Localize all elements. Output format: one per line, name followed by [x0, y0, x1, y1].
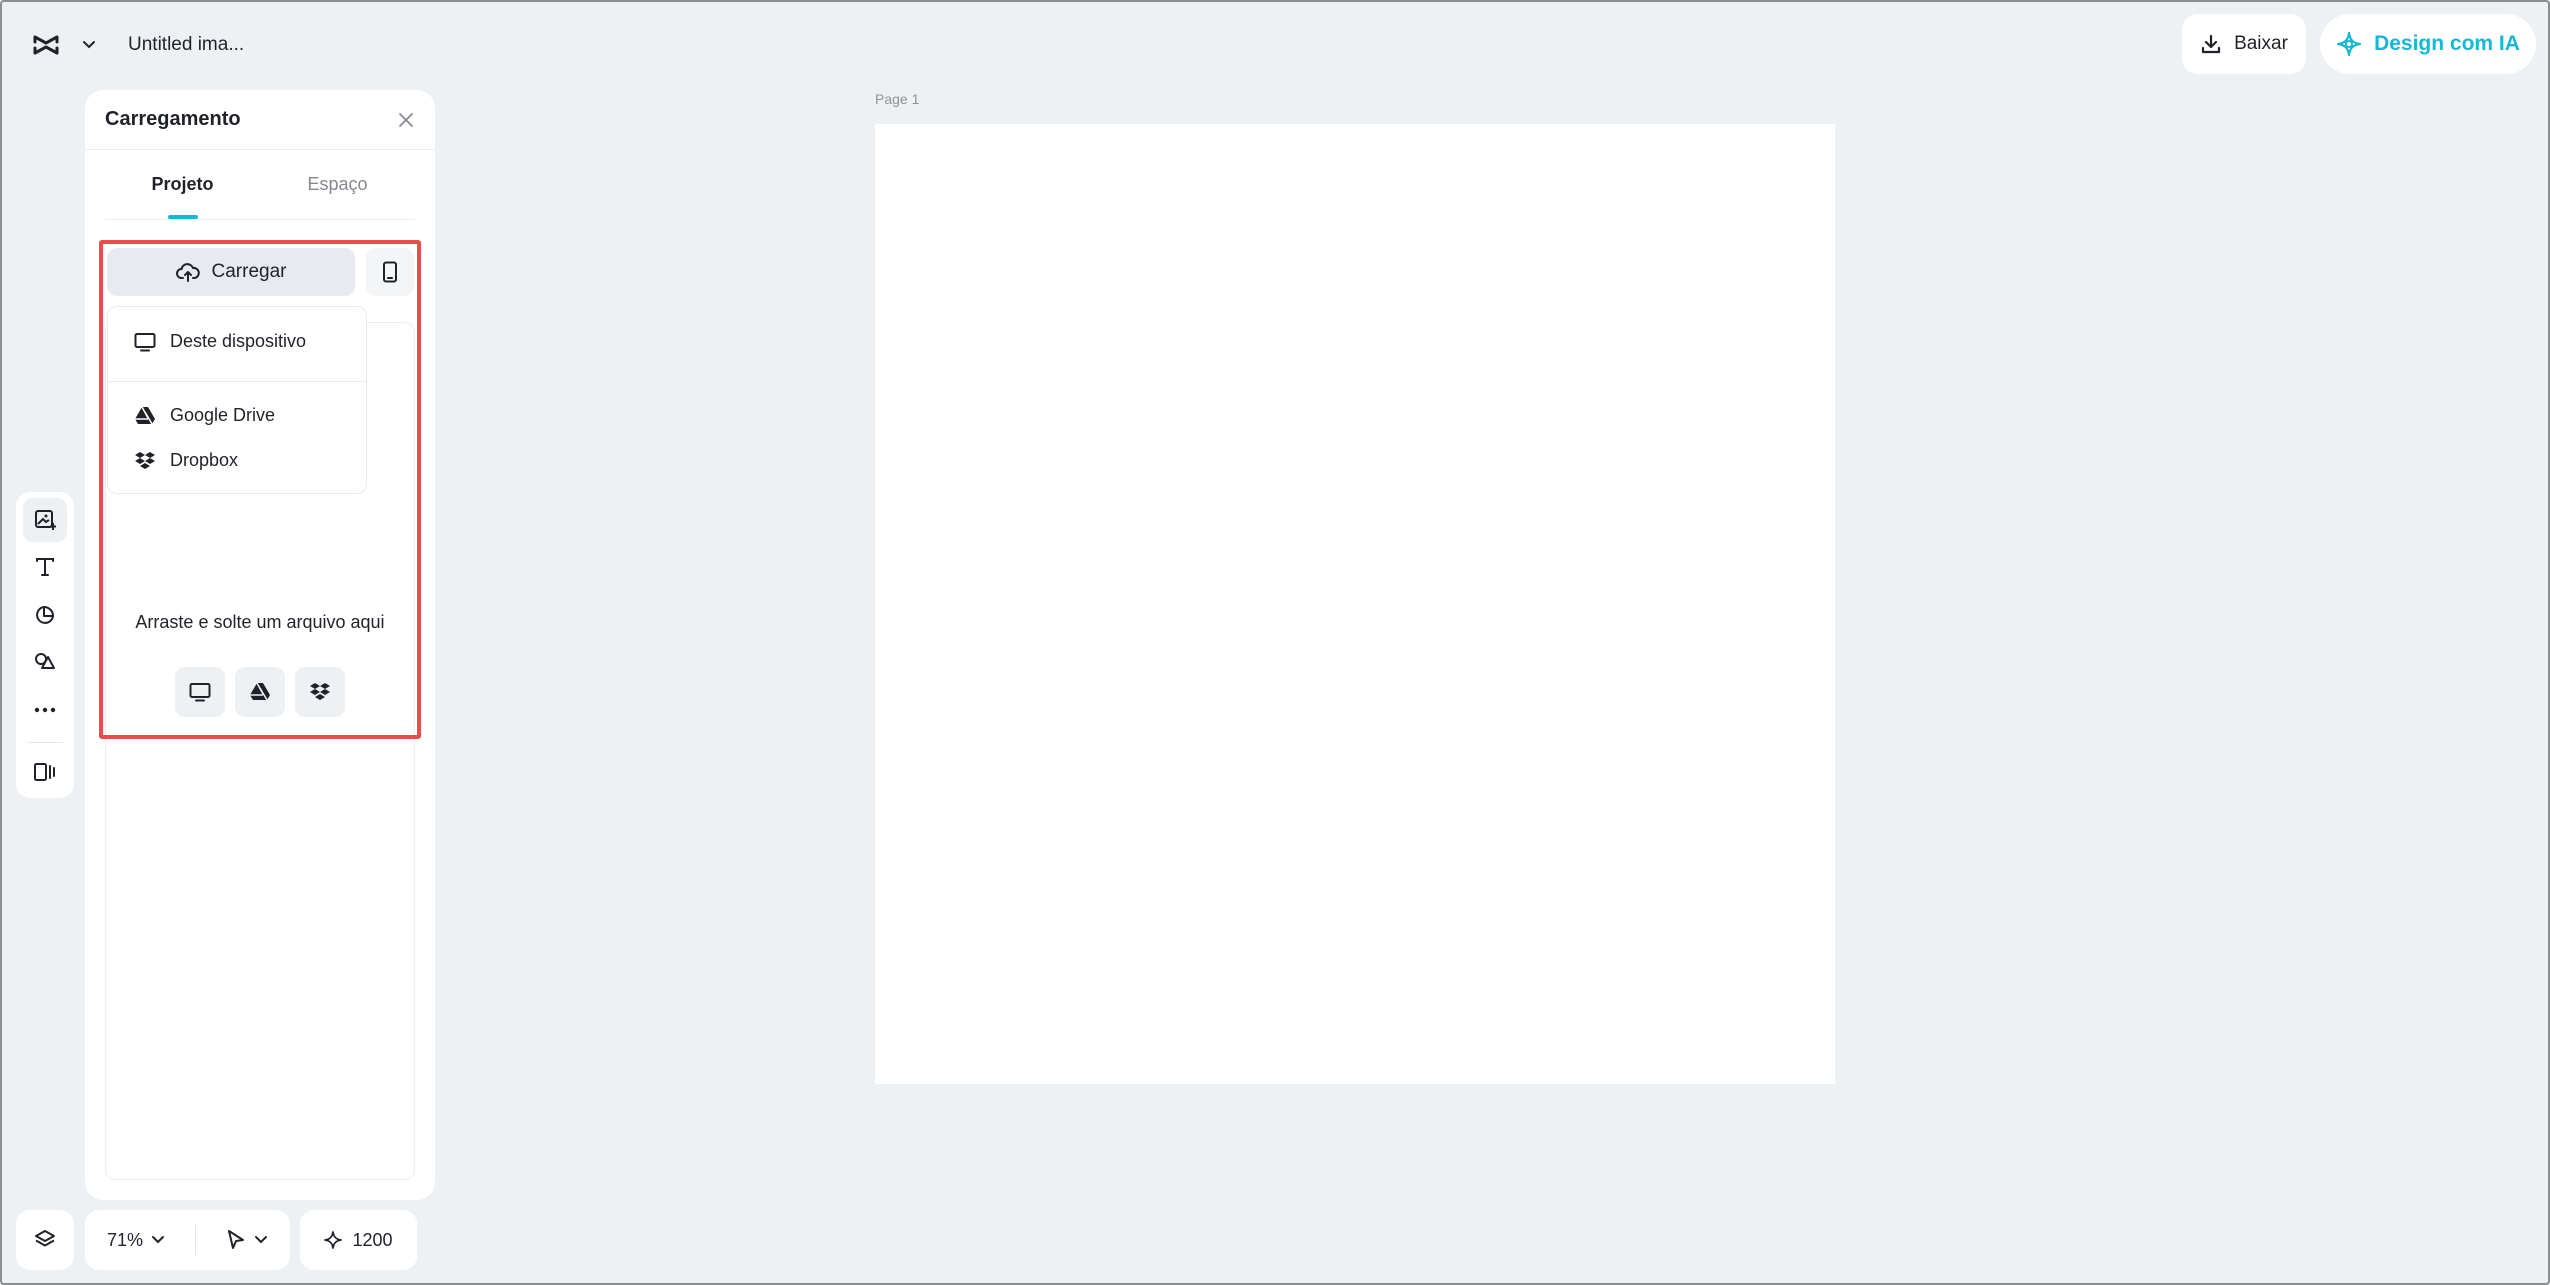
chevron-down-icon — [152, 1236, 165, 1244]
credits-badge[interactable]: 1200 — [300, 1210, 417, 1270]
panel-title: Carregamento — [105, 108, 241, 130]
more-icon — [34, 707, 56, 712]
more-tools[interactable] — [23, 688, 67, 732]
zoom-controls: 71% — [85, 1210, 290, 1270]
layers-button[interactable] — [16, 1210, 74, 1270]
ai-sparkle-icon — [2336, 31, 2362, 57]
cursor-icon — [228, 1230, 244, 1249]
pages-tool[interactable] — [23, 750, 67, 794]
ai-design-button[interactable]: Design com IA — [2320, 14, 2536, 74]
image-upload-icon — [35, 509, 56, 530]
app-menu: Untitled ima... — [16, 16, 255, 74]
zoom-dropdown[interactable]: 71% — [107, 1230, 165, 1251]
capcut-logo-icon[interactable] — [26, 25, 66, 65]
sticker-icon — [36, 605, 54, 624]
zoom-divider — [195, 1225, 197, 1255]
ai-design-label: Design com IA — [2374, 32, 2520, 55]
highlight-box — [99, 240, 421, 739]
page-label: Page 1 — [875, 91, 920, 107]
chevron-down-icon — [255, 1236, 267, 1244]
pointer-mode-dropdown[interactable] — [226, 1229, 268, 1251]
download-button[interactable]: Baixar — [2182, 14, 2306, 74]
zoom-level: 71% — [107, 1229, 144, 1250]
tab-espaco[interactable]: Espaço — [260, 150, 415, 219]
sparkle-icon — [324, 1231, 343, 1249]
download-label: Baixar — [2234, 33, 2288, 54]
shapes-icon — [35, 653, 55, 670]
design-canvas[interactable] — [875, 124, 1835, 1084]
shapes-tool[interactable] — [23, 641, 67, 685]
panel-header: Carregamento — [85, 90, 435, 150]
close-icon[interactable] — [397, 111, 415, 129]
tab-projeto[interactable]: Projeto — [105, 150, 260, 219]
upload-image-tool[interactable] — [23, 498, 67, 542]
sticker-tool[interactable] — [23, 593, 67, 637]
chevron-down-icon[interactable] — [78, 34, 100, 56]
pages-icon — [34, 763, 55, 782]
text-icon — [36, 558, 54, 577]
left-toolbar — [16, 492, 74, 798]
text-tool[interactable] — [23, 546, 67, 590]
download-icon — [2201, 34, 2221, 54]
toolbar-divider — [27, 741, 63, 743]
document-title[interactable]: Untitled ima... — [128, 34, 244, 56]
layers-icon — [35, 1230, 55, 1247]
panel-tabs: Projeto Espaço — [105, 150, 415, 220]
credits-count: 1200 — [352, 1229, 393, 1250]
